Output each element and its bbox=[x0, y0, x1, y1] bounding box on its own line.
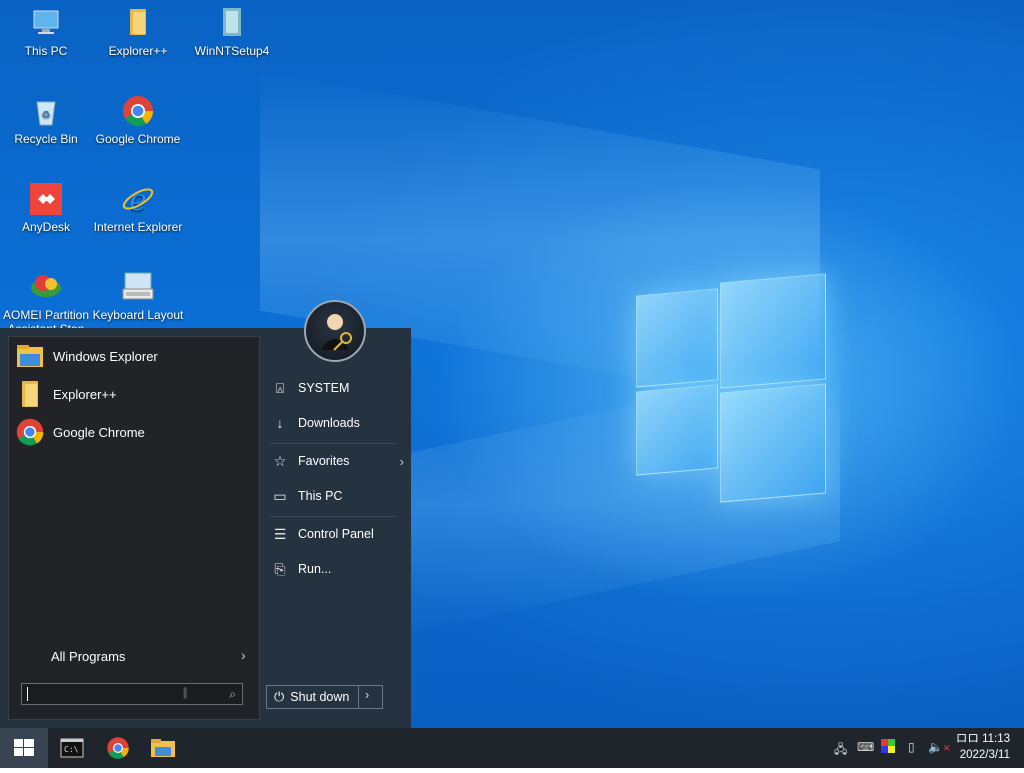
taskbar-app-cmd[interactable]: C:\ bbox=[58, 734, 86, 762]
color-icon[interactable] bbox=[881, 739, 895, 756]
internet-explorer-icon: e bbox=[121, 182, 155, 218]
network-icon[interactable]: 🖧 bbox=[834, 740, 847, 761]
shutdown-label: Shut down bbox=[290, 690, 350, 704]
chrome-icon bbox=[15, 417, 45, 447]
file-explorer-icon bbox=[151, 739, 175, 757]
cmd-icon: C:\ bbox=[60, 738, 84, 758]
pinned-item-google-chrome[interactable]: Google Chrome bbox=[13, 414, 253, 450]
desktop-icon-label: Explorer++ bbox=[108, 44, 168, 58]
start-menu-places-pane: ⍓ SYSTEM ↓ Downloads ☆ Favorites › ▭ Thi… bbox=[264, 328, 411, 728]
places-item-label: SYSTEM bbox=[298, 381, 350, 395]
svg-text:♻: ♻ bbox=[42, 110, 51, 121]
keyboard-layout-icon bbox=[121, 270, 155, 304]
places-item-downloads[interactable]: ↓ Downloads bbox=[270, 408, 396, 438]
user-folder-icon: ⍓ bbox=[275, 379, 285, 396]
desktop-icon-explorerpp[interactable]: Explorer++ bbox=[92, 6, 184, 58]
control-panel-icon: ☰ bbox=[273, 525, 287, 542]
windows-explorer-icon bbox=[15, 341, 45, 371]
desktop-icon-google-chrome[interactable]: Google Chrome bbox=[92, 94, 184, 146]
desktop-icon-anydesk[interactable]: AnyDesk bbox=[0, 182, 92, 234]
places-item-control-panel[interactable]: ☰ Control Panel bbox=[270, 519, 396, 549]
usb-icon[interactable]: ▯ bbox=[908, 740, 915, 754]
clock[interactable]: ロロ 11:13 2022/3/11 bbox=[956, 731, 1010, 763]
desktop-icon-label: Keyboard Layout bbox=[92, 308, 184, 322]
places-item-label: Run... bbox=[298, 562, 332, 576]
power-icon: ⏻ bbox=[274, 689, 285, 704]
search-icon[interactable]: ⌕ bbox=[229, 687, 236, 702]
svg-text:e: e bbox=[129, 183, 147, 216]
shutdown-button[interactable]: ⏻ Shut down › bbox=[266, 685, 383, 709]
start-menu: Windows Explorer Explorer++ Google Chrom… bbox=[0, 328, 411, 728]
chrome-icon bbox=[107, 737, 129, 759]
places-item-label: Favorites bbox=[298, 454, 350, 468]
places-item-system[interactable]: ⍓ SYSTEM bbox=[270, 373, 396, 403]
pinned-item-explorerpp[interactable]: Explorer++ bbox=[13, 376, 253, 412]
start-button[interactable] bbox=[0, 728, 48, 768]
star-icon: ☆ bbox=[273, 452, 287, 469]
run-icon: ⎘ bbox=[274, 560, 286, 577]
chevron-right-icon: › bbox=[241, 647, 246, 663]
anydesk-icon bbox=[29, 182, 63, 216]
chrome-icon bbox=[121, 94, 155, 128]
desktop-icon-this-pc[interactable]: This PC bbox=[0, 6, 92, 58]
aomei-icon bbox=[29, 270, 63, 304]
all-programs-button[interactable]: All Programs bbox=[51, 649, 125, 664]
clock-date: 2022/3/11 bbox=[959, 749, 1010, 761]
mouse-cursor-icon: I bbox=[183, 685, 188, 702]
desktop-icon-recycle-bin[interactable]: ♻ Recycle Bin bbox=[0, 94, 92, 146]
separator bbox=[358, 686, 359, 708]
desktop-icon-label: AOMEI Partition Assistant Stan bbox=[2, 308, 90, 328]
pinned-item-label: Google Chrome bbox=[53, 424, 145, 440]
places-item-favorites[interactable]: ☆ Favorites › bbox=[270, 446, 404, 476]
desktop-icon-keyboard-layout[interactable]: Keyboard Layout bbox=[92, 270, 184, 322]
taskbar: C:\ 🖧 ⌨ ▯ 🔈✕ ロロ 11:13 2022/3/11 bbox=[0, 728, 1024, 768]
wallpaper-windows-logo bbox=[636, 270, 826, 503]
places-item-label: Downloads bbox=[298, 416, 360, 430]
user-avatar[interactable] bbox=[304, 300, 366, 362]
pinned-item-label: Explorer++ bbox=[53, 386, 117, 402]
clock-time: ロロ 11:13 bbox=[955, 733, 1010, 745]
start-search-input[interactable]: ⌕ bbox=[21, 683, 243, 705]
places-item-this-pc[interactable]: ▭ This PC bbox=[270, 481, 396, 511]
desktop-icon-label: Recycle Bin bbox=[14, 132, 78, 146]
desktop-icon-winntsetup4[interactable]: WinNTSetup4 bbox=[186, 6, 278, 58]
folder-icon bbox=[15, 379, 45, 409]
download-icon: ↓ bbox=[276, 415, 284, 431]
desktop-icon-internet-explorer[interactable]: e Internet Explorer bbox=[92, 182, 184, 234]
pinned-item-label: Windows Explorer bbox=[53, 348, 158, 364]
desktop-icon-label: AnyDesk bbox=[21, 220, 71, 234]
svg-text:C:\: C:\ bbox=[64, 745, 79, 754]
desktop-icon-label: This PC bbox=[24, 44, 68, 58]
monitor-icon: ▭ bbox=[273, 487, 287, 504]
keyboard-icon[interactable]: ⌨ bbox=[857, 740, 874, 754]
text-caret bbox=[27, 687, 28, 701]
recycle-bin-icon: ♻ bbox=[29, 94, 63, 128]
places-item-run[interactable]: ⎘ Run... bbox=[270, 554, 396, 584]
chevron-right-icon: › bbox=[399, 453, 404, 469]
places-item-label: Control Panel bbox=[298, 527, 374, 541]
start-menu-programs-pane: Windows Explorer Explorer++ Google Chrom… bbox=[8, 336, 260, 720]
volume-muted-icon[interactable]: 🔈✕ bbox=[928, 740, 951, 754]
folder-icon bbox=[121, 6, 155, 40]
this-pc-icon bbox=[29, 6, 63, 40]
desktop-icon-label: WinNTSetup4 bbox=[194, 44, 270, 58]
shutdown-options-chevron-icon[interactable]: › bbox=[365, 688, 369, 702]
separator bbox=[270, 443, 396, 444]
desktop-icon-label: Internet Explorer bbox=[93, 220, 183, 234]
taskbar-app-chrome[interactable] bbox=[104, 734, 132, 762]
separator bbox=[270, 516, 396, 517]
pinned-item-windows-explorer[interactable]: Windows Explorer bbox=[13, 338, 253, 374]
desktop-icon-label: Google Chrome bbox=[95, 132, 181, 146]
winntsetup-icon bbox=[215, 6, 249, 40]
places-item-label: This PC bbox=[298, 489, 343, 503]
taskbar-app-file-explorer[interactable] bbox=[149, 734, 177, 762]
desktop-icon-aomei[interactable]: AOMEI Partition Assistant Stan bbox=[0, 270, 92, 328]
windows-logo-icon bbox=[14, 739, 34, 756]
